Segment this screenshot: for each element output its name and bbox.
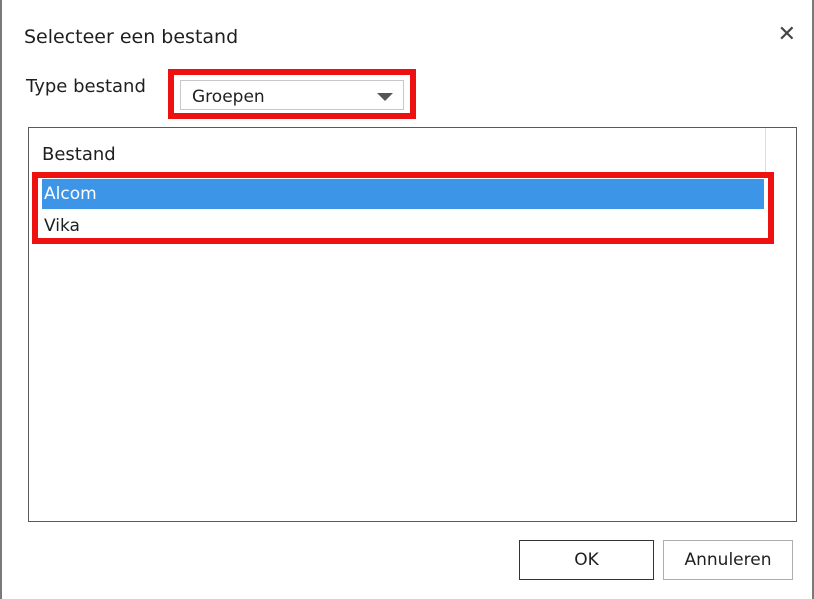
list-item-label: Alcom [44, 184, 97, 204]
ok-button[interactable]: OK [519, 540, 654, 580]
close-icon[interactable]: ✕ [778, 24, 796, 46]
type-label: Type bestand [26, 76, 146, 97]
rows-highlight-annotation: Alcom Vika [32, 172, 774, 244]
column-header-label: Bestand [42, 144, 116, 165]
dialog-window: Selecteer een bestand ✕ Type bestand Gro… [0, 0, 814, 599]
list-item[interactable]: Alcom [42, 179, 764, 209]
type-dropdown[interactable]: Groepen [180, 80, 404, 110]
cancel-button[interactable]: Annuleren [663, 540, 793, 580]
dialog-title: Selecteer een bestand [24, 26, 239, 48]
chevron-down-icon[interactable] [377, 93, 393, 101]
select-highlight-annotation: Groepen [168, 69, 416, 119]
list-item-label: Vika [44, 216, 80, 236]
title-bar: Selecteer een bestand ✕ [2, 0, 812, 66]
list-column-header[interactable]: Bestand [29, 128, 766, 176]
list-item[interactable]: Vika [42, 211, 764, 241]
type-dropdown-value: Groepen [192, 87, 265, 107]
